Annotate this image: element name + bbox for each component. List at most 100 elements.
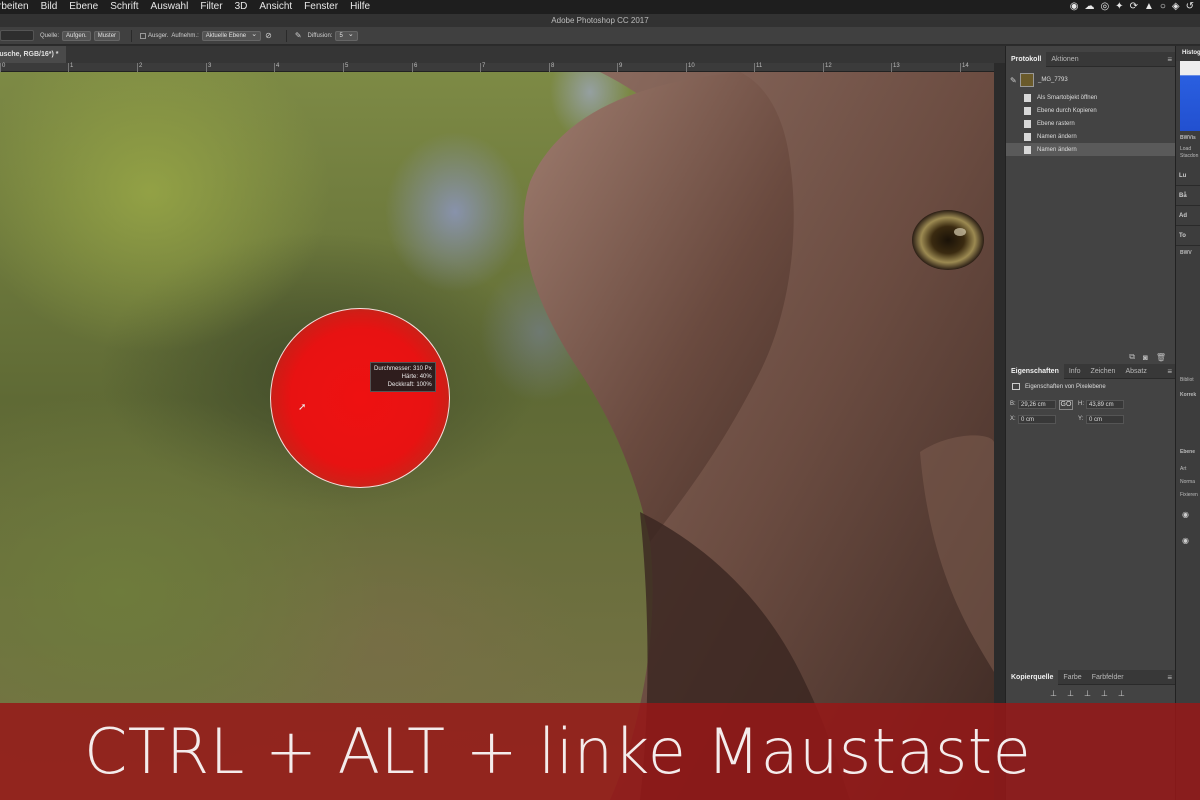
clone-source-1-icon[interactable]: ⊥	[1050, 689, 1057, 698]
menu-type[interactable]: Schrift	[104, 0, 144, 14]
history-step[interactable]: Ebene durch Kopieren	[1006, 104, 1176, 117]
ruler-tick: 6	[412, 63, 417, 72]
tab-properties[interactable]: Eigenschaften	[1006, 363, 1064, 379]
history-snapshot[interactable]: ✎ _MG_7793	[1006, 69, 1176, 91]
panel-menu-icon[interactable]: ≡	[1167, 670, 1172, 685]
tab-history[interactable]: Protokoll	[1006, 51, 1047, 67]
y-field[interactable]: 0 cm	[1086, 415, 1124, 424]
ruler-tick: 2	[137, 63, 142, 72]
history-step[interactable]: Ebene rastern	[1006, 117, 1176, 130]
x-field[interactable]: 0 cm	[1018, 415, 1056, 424]
clone-source-3-icon[interactable]: ⊥	[1084, 689, 1091, 698]
document-tab[interactable]: tusche, RGB/16*) *	[0, 46, 67, 63]
ruler-tick: 14	[960, 63, 969, 72]
step-label: Ebene rastern	[1037, 120, 1075, 127]
dropbox-icon[interactable]: ✦	[1115, 0, 1123, 14]
history-step-active[interactable]: Namen ändern	[1006, 143, 1176, 156]
sync-icon[interactable]: ⟳	[1130, 0, 1138, 14]
collapsed-panel-tools[interactable]: To	[1176, 226, 1200, 246]
tab-paragraph[interactable]: Absatz	[1120, 364, 1151, 379]
bwvis-label: BWVis	[1180, 135, 1196, 141]
ruler-tick: 7	[480, 63, 485, 72]
clone-source-4-icon[interactable]: ⊥	[1101, 689, 1108, 698]
layer-kind-filter[interactable]: Art	[1176, 466, 1200, 473]
tab-character[interactable]: Zeichen	[1086, 364, 1121, 379]
aligned-label: Ausger.	[148, 32, 169, 39]
tab-clone-source[interactable]: Kopierquelle	[1006, 669, 1059, 685]
caption-text: CTRL + ALT + linke Maustaste	[84, 715, 1032, 788]
new-document-from-state-icon[interactable]: ⧉	[1129, 352, 1135, 362]
cloud-icon[interactable]: ☁	[1084, 0, 1094, 14]
histogram-graph	[1180, 61, 1200, 131]
clone-source-5-icon[interactable]: ⊥	[1118, 689, 1125, 698]
document-icon	[1024, 119, 1031, 128]
brush-hardness: Härte: 40%	[374, 373, 432, 381]
menu-filter[interactable]: Filter	[194, 0, 228, 14]
sample-select[interactable]: Aktuelle Ebene	[201, 30, 262, 41]
collapsed-panel-2[interactable]: Bå	[1176, 186, 1200, 206]
opacity-label: Deckkraft:	[387, 382, 415, 388]
link-dimensions-button[interactable]: GO	[1059, 400, 1073, 410]
hardness-value: 40%	[419, 374, 432, 380]
tab-info[interactable]: Info	[1064, 364, 1086, 379]
shield-icon[interactable]: ◈	[1172, 0, 1180, 14]
properties-title-row: Eigenschaften von Pixelebene	[1006, 379, 1176, 394]
ruler-tick: 13	[891, 63, 900, 72]
drive-icon[interactable]: ▲	[1144, 0, 1154, 14]
record-icon[interactable]: ◉	[1070, 0, 1079, 14]
step-label: Als Smartobjekt öffnen	[1037, 94, 1098, 101]
menu-view[interactable]: Ansicht	[253, 0, 298, 14]
collapsed-panel-adjust[interactable]: Ad	[1176, 206, 1200, 226]
menu-help[interactable]: Hilfe	[344, 0, 376, 14]
step-label: Namen ändern	[1037, 146, 1077, 153]
tab-color[interactable]: Farbe	[1058, 670, 1086, 685]
aligned-checkbox[interactable]	[140, 32, 147, 39]
ruler-tick: 4	[274, 63, 279, 72]
tab-actions[interactable]: Aktionen	[1046, 52, 1083, 67]
layer-visibility-eye-icon[interactable]: ◉	[1176, 499, 1200, 531]
sampled-button[interactable]: Aufgen.	[62, 30, 91, 41]
eye-icon[interactable]: ◎	[1100, 0, 1109, 14]
document-icon	[1024, 106, 1031, 115]
width-field[interactable]: 29,26 cm	[1018, 400, 1056, 409]
pattern-button[interactable]: Muster	[93, 30, 121, 41]
tab-swatches[interactable]: Farbfelder	[1087, 670, 1129, 685]
panel-menu-icon[interactable]: ≡	[1167, 52, 1172, 67]
history-icon[interactable]: ↺	[1186, 0, 1194, 14]
clone-source-2-icon[interactable]: ⊥	[1067, 689, 1074, 698]
menu-image[interactable]: Bild	[35, 0, 64, 14]
layer-visibility-eye-icon[interactable]: ◉	[1176, 531, 1200, 551]
pointer-cursor-icon: ➚	[298, 402, 307, 413]
status-icons: ◉ ☁ ◎ ✦ ⟳ ▲ ○ ◈ ↺	[1070, 0, 1194, 14]
panel-column: Protokoll Aktionen ≡ ✎ _MG_7793 Als Smar…	[1005, 46, 1176, 800]
ruler-tick: 5	[343, 63, 348, 72]
tool-preset-picker[interactable]	[0, 30, 34, 41]
collapsed-panel-luminar[interactable]: Lu	[1176, 166, 1200, 186]
menu-window[interactable]: Fenster	[298, 0, 344, 14]
history-step[interactable]: Als Smartobjekt öffnen	[1006, 91, 1176, 104]
menu-select[interactable]: Auswahl	[145, 0, 195, 14]
brush-settings-icon[interactable]: ✎	[295, 31, 302, 40]
history-brush-icon[interactable]: ✎	[1010, 76, 1020, 85]
image-canvas[interactable]: ➚ Durchmesser: 310 Px Härte: 40% Deckkra…	[0, 72, 994, 800]
lock-label: Fixieren	[1180, 492, 1198, 498]
ignore-adjustment-icon[interactable]: ⊘	[265, 31, 272, 40]
brush-opacity: Deckkraft: 100%	[374, 381, 432, 389]
menu-edit[interactable]: rbeiten	[0, 0, 35, 14]
diffusion-select[interactable]: 5	[335, 30, 358, 41]
camera-icon[interactable]: ◙	[1143, 353, 1148, 362]
history-step[interactable]: Namen ändern	[1006, 130, 1176, 143]
trash-icon[interactable]: 🗑	[1156, 353, 1166, 362]
horizontal-ruler: 0 1 2 3 4 5 6 7 8 9 10 11 12 13 14	[0, 63, 994, 72]
brush-tooltip: Durchmesser: 310 Px Härte: 40% Deckkraft…	[370, 362, 436, 392]
properties-panel: Eigenschaften Info Zeichen Absatz ≡ Eige…	[1006, 363, 1176, 664]
histogram-tab[interactable]: Histogra	[1176, 46, 1200, 61]
height-field[interactable]: 43,89 cm	[1086, 400, 1124, 409]
divider	[285, 29, 287, 42]
blend-mode-select[interactable]: Norma	[1176, 479, 1200, 486]
panel-menu-icon[interactable]: ≡	[1167, 364, 1172, 379]
menu-3d[interactable]: 3D	[229, 0, 254, 14]
menu-layer[interactable]: Ebene	[63, 0, 104, 14]
brush-cursor-circle	[270, 308, 450, 488]
circle-icon[interactable]: ○	[1160, 0, 1166, 14]
